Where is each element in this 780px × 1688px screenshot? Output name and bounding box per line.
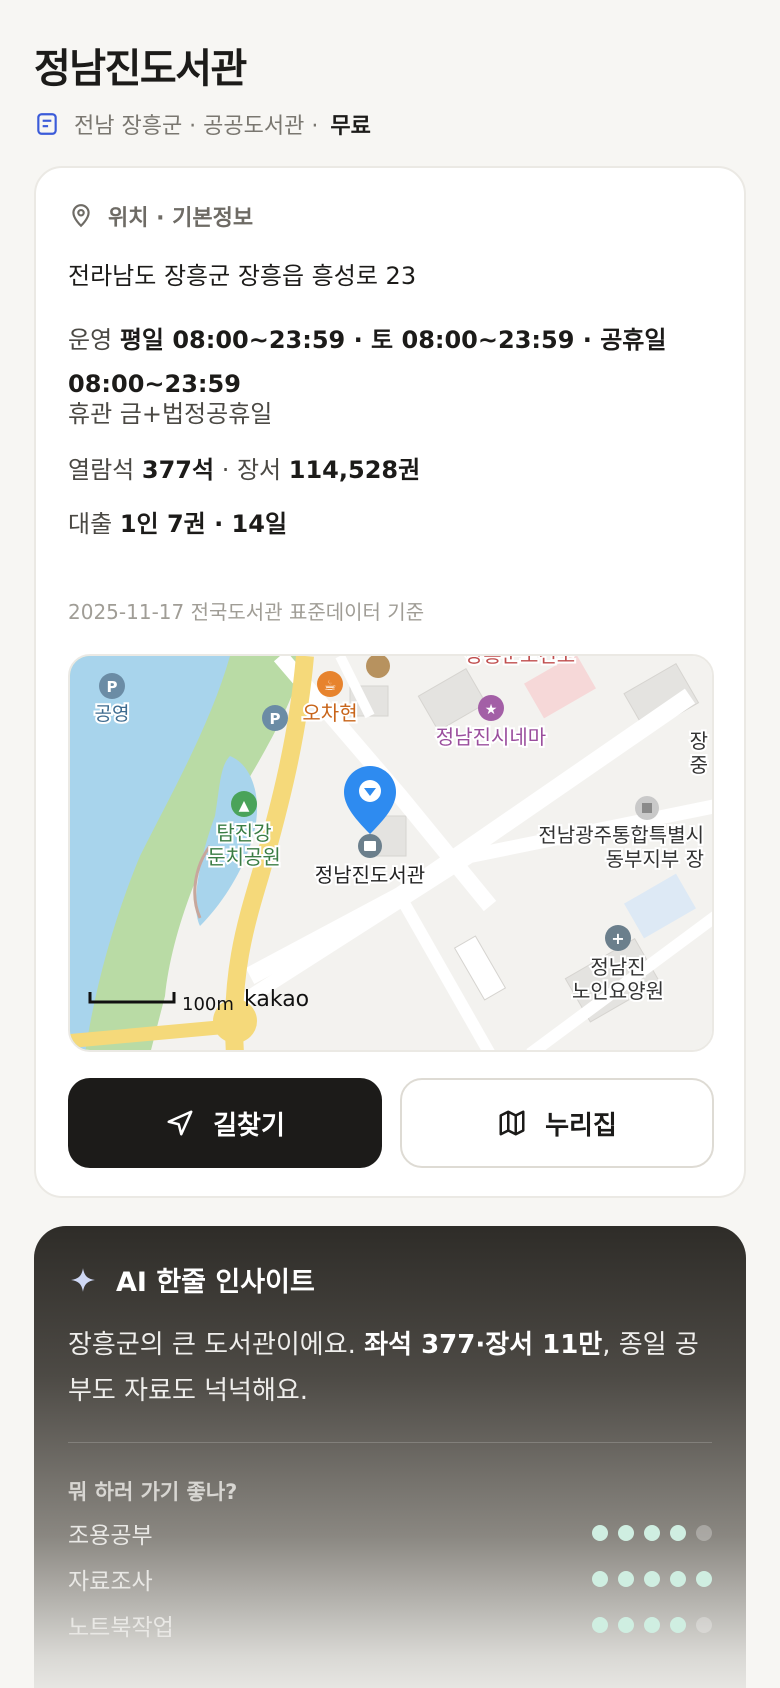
page-title: 정남진도서관	[34, 46, 247, 92]
document-icon	[37, 113, 57, 135]
directions-button[interactable]: 길찾기	[68, 1078, 382, 1168]
map-label-gongyeong: 공영	[95, 703, 130, 725]
map-label-nursing-1: 정남진	[590, 955, 645, 979]
info-card: 위치 · 기본정보 전라남도 장흥군 장흥읍 흥성로 23 운영 평일 08:0…	[34, 166, 746, 1198]
seats-label: 열람석	[68, 456, 135, 484]
rating-dot-filled	[644, 1571, 660, 1587]
hours-label: 운영	[68, 326, 113, 354]
rating-dot-filled	[696, 1571, 712, 1587]
loan-label: 대출	[68, 510, 113, 538]
library-meta: 전남 장흥군 · 공공도서관 · 무료	[34, 108, 371, 140]
address: 전라남도 장흥군 장흥읍 흥성로 23	[68, 262, 417, 290]
rating-dot-filled	[670, 1571, 686, 1587]
rating-dots	[592, 1525, 712, 1541]
map-label-ochahyeon: 오차현	[302, 701, 357, 725]
rating-row: 노트북작업	[68, 1608, 712, 1642]
directions-label: 길찾기	[213, 1110, 285, 1141]
loan-value: 1인 7권 · 14일	[119, 510, 288, 538]
rating-dot-filled	[592, 1571, 608, 1587]
cafe-icon: ☕	[317, 671, 343, 697]
rating-dots	[592, 1617, 712, 1633]
svg-text:▲: ▲	[239, 798, 250, 814]
books-value: 114,528권	[288, 456, 421, 484]
map-label-health-center: 장흥군보건소	[465, 656, 575, 667]
rating-label: 조용공부	[68, 1523, 153, 1549]
section-title: 위치 · 기본정보	[108, 206, 254, 231]
cinema-icon: ★	[478, 695, 504, 721]
ai-insight-card: AI 한줄 인사이트 장흥군의 큰 도서관이에요. 좌석 377·장서 11만,…	[34, 1226, 746, 1688]
kakao-logo: kakao	[244, 987, 309, 1012]
navigation-arrow-icon	[167, 1110, 193, 1136]
seats-value: 377석	[141, 456, 215, 484]
park-icon: ▲	[231, 791, 257, 817]
map-label-park-1: 탐진강	[216, 821, 271, 845]
data-source: 2025-11-17 전국도서관 표준데이터 기준	[68, 600, 425, 624]
loan-policy: 대출 1인 7권 · 14일	[68, 504, 287, 539]
location-map[interactable]: P 공영 P ☕ 오차현 장흥군보건소 ★ 정남진시네마 ▲ 탐진강 둔치공원	[68, 654, 714, 1052]
rating-dot-filled	[618, 1571, 634, 1587]
map-label-nursing-2: 노인요양원	[572, 979, 664, 1003]
rating-dot-filled	[670, 1617, 686, 1633]
svg-text:☕: ☕	[324, 678, 337, 694]
hospital-icon: +	[605, 925, 631, 951]
rating-dots	[592, 1571, 712, 1587]
section-header: 위치 · 기본정보	[68, 200, 253, 232]
fee-badge: 무료	[330, 114, 371, 139]
map-label-park-2: 둔치공원	[207, 845, 281, 869]
rating-dot-filled	[618, 1525, 634, 1541]
parking-icon: P	[99, 673, 125, 699]
rating-dot-filled	[644, 1525, 660, 1541]
map-scale-label: 100m	[182, 994, 234, 1015]
divider	[68, 1442, 712, 1443]
map-pin-label: 정남진도서관	[315, 863, 425, 887]
rating-row: 조용공부	[68, 1516, 712, 1550]
rating-dot-filled	[592, 1617, 608, 1633]
map-label-cinema: 정남진시네마	[436, 725, 546, 749]
opening-hours: 운영 평일 08:00~23:59 · 토 08:00~23:59 · 공휴일 …	[68, 318, 708, 406]
svg-text:★: ★	[485, 702, 498, 718]
capacity: 열람석 377석 · 장서 114,528권	[68, 450, 420, 485]
meta-text: 전남 장흥군 · 공공도서관 ·	[74, 114, 319, 139]
svg-text:+: +	[611, 929, 624, 948]
hours-value: 평일 08:00~23:59 · 토 08:00~23:59 · 공휴일 08:…	[68, 326, 667, 398]
closed-days: 휴관 금+법정공휴일	[68, 400, 273, 428]
books-label: · 장서	[221, 456, 282, 484]
website-label: 누리집	[545, 1110, 617, 1141]
map-label-edge-1: 장	[690, 729, 708, 753]
ai-insight-header: AI 한줄 인사이트	[70, 1260, 315, 1299]
svg-text:P: P	[107, 678, 118, 696]
rating-dot-empty	[696, 1525, 712, 1541]
parking-icon: P	[262, 705, 288, 731]
rating-dot-empty	[696, 1617, 712, 1633]
rating-row: 자료조사	[68, 1562, 712, 1596]
location-pin-icon	[72, 204, 90, 228]
office-icon	[635, 796, 659, 820]
rating-dot-filled	[592, 1525, 608, 1541]
map-label-edge-2: 중	[690, 753, 708, 777]
use-case-question: 뭐 하러 가기 좋나?	[68, 1480, 238, 1504]
sparkle-icon	[71, 1267, 95, 1292]
rating-label: 자료조사	[68, 1569, 153, 1595]
rating-dot-filled	[670, 1525, 686, 1541]
map-label-office-1: 전남광주통합특별시	[538, 823, 704, 847]
ai-insight-text: 장흥군의 큰 도서관이에요. 좌석 377·장서 11만, 종일 공부도 자료도…	[68, 1330, 699, 1406]
ai-insight-title: AI 한줄 인사이트	[116, 1267, 315, 1298]
map-label-office-2: 동부지부 장	[606, 847, 704, 871]
rating-label: 노트북작업	[68, 1615, 174, 1641]
map-icon	[499, 1110, 525, 1136]
website-button[interactable]: 누리집	[400, 1078, 714, 1168]
svg-text:P: P	[270, 710, 281, 728]
rating-dot-filled	[618, 1617, 634, 1633]
rating-dot-filled	[644, 1617, 660, 1633]
